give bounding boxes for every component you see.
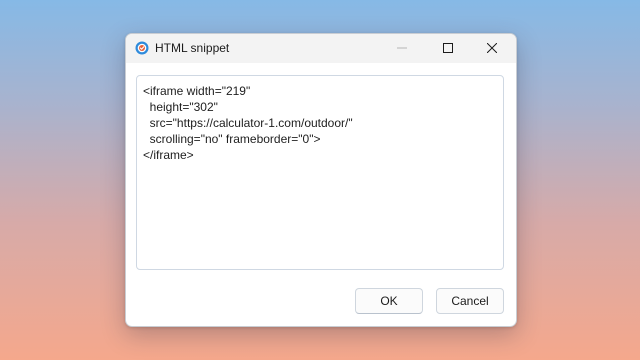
close-button[interactable] [469, 34, 515, 63]
minimize-icon [397, 40, 407, 58]
window-title: HTML snippet [155, 41, 230, 55]
html-snippet-dialog: HTML snippet <iframe width="219" height=… [125, 33, 517, 327]
snippet-textarea[interactable]: <iframe width="219" height="302" src="ht… [136, 75, 504, 270]
close-icon [486, 40, 498, 58]
app-logo-icon [135, 41, 149, 55]
ok-button[interactable]: OK [355, 288, 423, 314]
minimize-button[interactable] [379, 34, 425, 63]
cancel-button[interactable]: Cancel [436, 288, 504, 314]
maximize-icon [443, 40, 453, 58]
maximize-button[interactable] [425, 34, 471, 63]
title-bar[interactable]: HTML snippet [126, 34, 516, 63]
